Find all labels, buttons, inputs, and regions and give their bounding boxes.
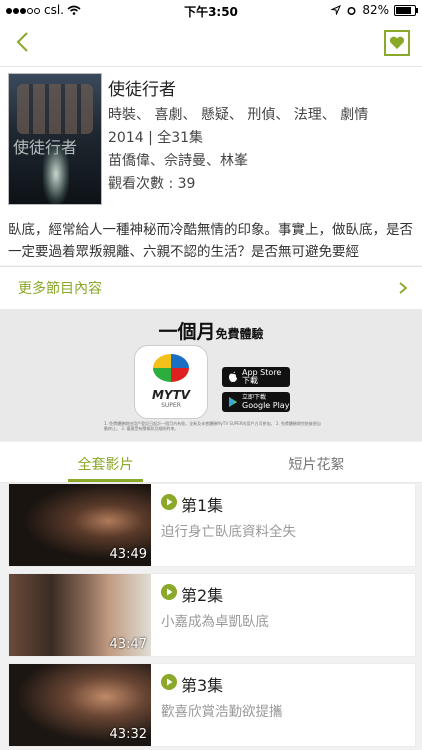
apple-icon — [229, 371, 237, 382]
show-description: 臥底，經常給人一種神秘而冷酷無情的印象。事實上，做臥底，是否一定要過着眾叛親離、… — [8, 222, 413, 260]
episode-tabs: 全套影片 短片花絮 — [0, 442, 422, 483]
poster-cast-image — [17, 84, 93, 134]
play-icon — [161, 674, 177, 690]
episode-item[interactable]: 43:49 第1集 迫行身亡臥底資料全失 — [8, 483, 416, 567]
battery-icon — [394, 4, 418, 16]
show-view-count: 觀看次數 : 39 — [108, 176, 196, 192]
play-icon — [161, 584, 177, 600]
tab-full-episodes[interactable]: 全套影片 — [0, 454, 211, 474]
episode-thumbnail: 43:32 — [9, 664, 151, 746]
episode-item[interactable]: 43:32 第3集 歡喜欣賞浩勤欲提攜 — [8, 663, 416, 747]
show-poster: 使徒行者 — [8, 73, 102, 205]
battery-percent: 82% — [362, 3, 389, 17]
more-content-label: 更多節目內容 — [18, 281, 102, 297]
play-icon — [161, 494, 177, 510]
episode-title: 第3集 — [181, 676, 224, 695]
active-tab-indicator — [68, 479, 143, 482]
episode-duration: 43:47 — [109, 637, 147, 652]
back-chevron-icon[interactable] — [12, 30, 36, 54]
alarm-icon — [347, 6, 356, 15]
promo-headline-sub: 免費體驗 — [215, 327, 264, 341]
app-store-button[interactable]: App Store 下載 — [222, 367, 290, 387]
googleplay-label: Google Play — [242, 401, 290, 410]
promo-headline: 一個月免費體驗 — [0, 317, 422, 344]
tab-clips[interactable]: 短片花絮 — [211, 454, 422, 474]
show-cast: 苗僑偉、佘詩曼、林峯 — [108, 153, 248, 169]
google-play-icon — [229, 397, 237, 407]
show-year-episodes: 2014 | 全31集 — [108, 130, 204, 146]
promo-headline-main: 一個月 — [158, 321, 216, 343]
google-play-button[interactable]: 立即下載 Google Play — [222, 392, 290, 412]
episode-duration: 43:49 — [109, 547, 147, 562]
episode-thumbnail: 43:49 — [9, 484, 151, 566]
appstore-sublabel: 下載 — [242, 376, 258, 385]
episode-title: 第1集 — [181, 496, 224, 515]
poster-light-image — [43, 144, 69, 204]
status-bar: csl. 下午3:50 82% — [0, 0, 422, 20]
episode-item[interactable]: 43:47 第2集 小嘉成為卓凱臥底 — [8, 573, 416, 657]
episode-synopsis: 小嘉成為卓凱臥底 — [161, 614, 269, 630]
favorite-bookmark-icon[interactable] — [384, 30, 410, 56]
promo-banner[interactable]: 一個月免費體驗 MYTV SUPER App Store 下載 立即下載 Googl… — [0, 309, 422, 441]
show-info-panel: 使徒行者 使徒行者 時裝、 喜劇、 懸疑、 刑偵、 法理、 劇情 2014 | … — [0, 67, 422, 265]
chevron-right-icon — [399, 282, 408, 294]
logo-text: MYTV — [151, 388, 191, 402]
episode-synopsis: 歡喜欣賞浩勤欲提攜 — [161, 704, 283, 720]
promo-fineprint: 1. 免費體驗期由用戶登記日起計一個月內有效，全新及未曾體驗MyTV SUPER… — [104, 421, 321, 431]
episode-duration: 43:32 — [109, 727, 147, 742]
show-title: 使徒行者 — [108, 80, 176, 100]
mytv-super-logo: MYTV SUPER — [134, 345, 208, 419]
more-content-link[interactable]: 更多節目內容 — [0, 266, 422, 309]
tvb-eye-icon — [153, 354, 189, 382]
episode-title: 第2集 — [181, 586, 224, 605]
episode-synopsis: 迫行身亡臥底資料全失 — [161, 524, 296, 540]
show-genres: 時裝、 喜劇、 懸疑、 刑偵、 法理、 劇情 — [108, 107, 369, 123]
location-icon — [331, 5, 342, 15]
episode-thumbnail: 43:47 — [9, 574, 151, 656]
navigation-bar — [0, 20, 422, 67]
logo-subtext: SUPER — [161, 402, 181, 409]
